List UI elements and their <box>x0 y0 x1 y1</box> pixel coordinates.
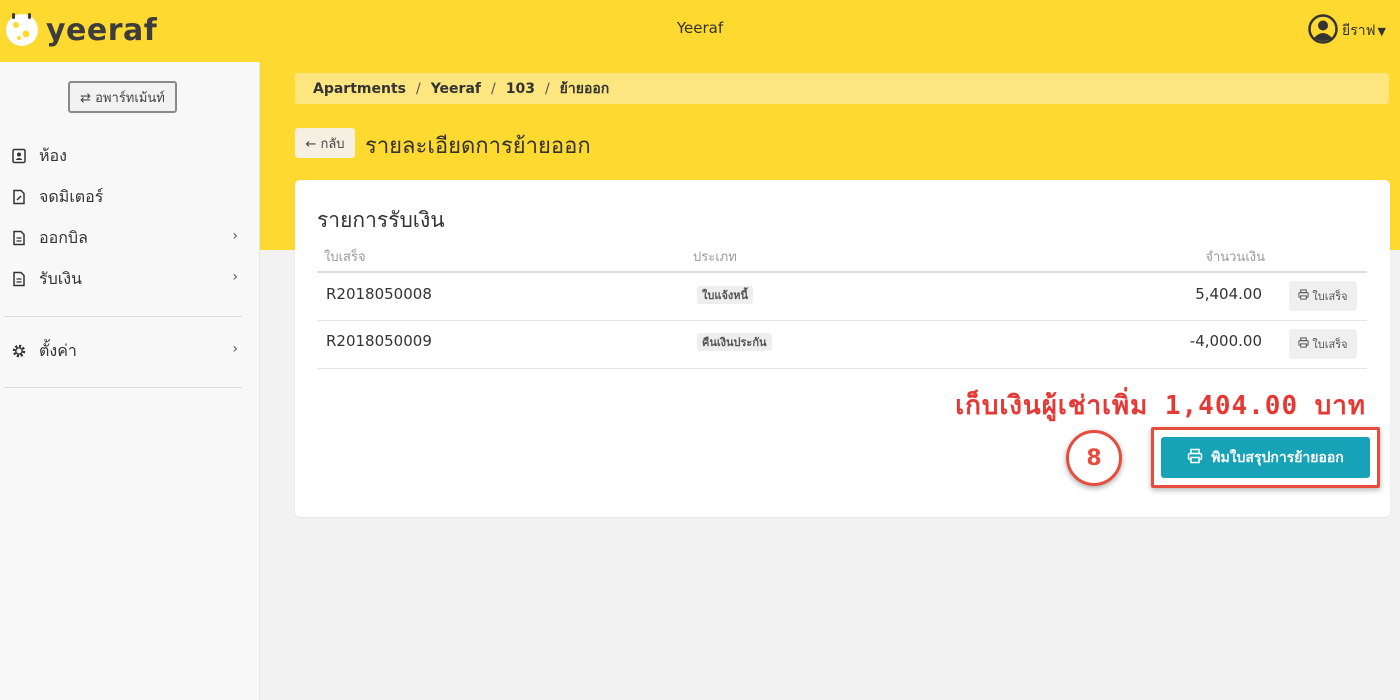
row-divider <box>317 368 1367 369</box>
type-badge: ใบแจ้งหนี้ <box>697 286 754 304</box>
step-number-badge: 8 <box>1066 430 1122 486</box>
sidebar-item-meter[interactable]: จดมิเตอร์ <box>0 182 242 212</box>
logo[interactable]: yeeraf <box>4 10 157 50</box>
sidebar-item-billing[interactable]: ออกบิล › <box>0 223 242 253</box>
type-badge: คืนเงินประกัน <box>697 333 772 351</box>
sidebar: ⇄ อพาร์ทเม้นท์ ห้อง จดมิเตอร์ ออกบิล › ร… <box>0 62 260 700</box>
sidebar-item-receive-payment[interactable]: รับเงิน › <box>0 264 242 294</box>
print-receipt-button[interactable]: ใบเสร็จ <box>1289 329 1357 359</box>
sidebar-item-label: ห้อง <box>39 145 67 165</box>
card-title: รายการรับเงิน <box>317 208 445 232</box>
breadcrumb-separator: / <box>544 80 550 97</box>
sidebar-item-rooms[interactable]: ห้อง <box>0 141 242 171</box>
printer-icon <box>1298 337 1309 351</box>
breadcrumb-separator: / <box>415 80 421 97</box>
sidebar-divider <box>4 387 242 388</box>
amount-value: -4,000.00 <box>1189 332 1262 350</box>
page-title: รายละเอียดการย้ายออก <box>365 134 591 159</box>
extra-charge-annotation: เก็บเงินผู้เช่าเพิ่ม 1,404.00 บาท <box>955 391 1366 421</box>
edit-document-icon <box>10 188 28 206</box>
apartment-switch-button[interactable]: ⇄ อพาร์ทเม้นท์ <box>68 81 177 113</box>
print-receipt-label: ใบเสร็จ <box>1312 338 1348 351</box>
user-name: ยีราฟ <box>1342 23 1376 39</box>
logo-text: yeeraf <box>46 12 158 48</box>
user-menu[interactable]: ยีราฟ ▼ <box>1308 14 1400 48</box>
sidebar-item-label: จดมิเตอร์ <box>39 186 104 206</box>
row-divider <box>317 320 1367 321</box>
print-summary-label: พิมใบสรุปการย้ายออก <box>1211 449 1344 466</box>
sidebar-item-label: ตั้งค่า <box>39 340 77 360</box>
receipt-number: R2018050008 <box>326 285 432 303</box>
breadcrumb: Apartments / Yeeraf / 103 / ย้ายออก <box>295 73 1389 104</box>
chevron-right-icon: › <box>232 269 238 285</box>
print-receipt-button[interactable]: ใบเสร็จ <box>1289 281 1357 311</box>
sidebar-item-settings[interactable]: ตั้งค่า › <box>0 336 242 366</box>
column-header-type: ประเภท <box>693 250 737 265</box>
printer-icon <box>1298 289 1309 303</box>
payments-card: รายการรับเงิน ใบเสร็จ ประเภท จำนวนเงิน R… <box>295 180 1390 517</box>
column-header-receipt: ใบเสร็จ <box>324 250 366 265</box>
receipt-number: R2018050009 <box>326 332 432 350</box>
breadcrumb-item-apartments[interactable]: Apartments <box>313 81 406 97</box>
sidebar-divider <box>4 316 242 317</box>
breadcrumb-separator: / <box>491 80 496 97</box>
print-moveout-summary-button[interactable]: พิมใบสรุปการย้ายออก <box>1161 437 1370 478</box>
app-title: Yeeraf <box>676 19 724 37</box>
giraffe-logo-icon <box>4 10 44 50</box>
chevron-right-icon: › <box>232 341 238 357</box>
caret-down-icon: ▼ <box>1377 24 1386 38</box>
back-button[interactable]: ← กลับ <box>295 128 355 158</box>
print-receipt-label: ใบเสร็จ <box>1312 290 1348 303</box>
highlight-frame: พิมใบสรุปการย้ายออก <box>1151 427 1380 488</box>
gear-icon <box>10 342 28 360</box>
user-avatar-icon <box>1308 14 1338 48</box>
breadcrumb-item-building[interactable]: Yeeraf <box>431 81 481 97</box>
document-icon <box>10 229 28 247</box>
column-header-amount: จำนวนเงิน <box>1205 250 1265 265</box>
amount-value: 5,404.00 <box>1195 285 1262 303</box>
breadcrumb-item-room[interactable]: 103 <box>506 81 535 97</box>
sidebar-item-label: รับเงิน <box>39 268 82 288</box>
chevron-right-icon: › <box>232 228 238 244</box>
table-header-divider <box>317 271 1367 273</box>
top-bar: yeeraf Yeeraf ยีราฟ ▼ <box>0 0 1400 62</box>
printer-icon <box>1187 448 1203 468</box>
document-icon <box>10 270 28 288</box>
breadcrumb-item-current: ย้ายออก <box>559 80 610 97</box>
sidebar-item-label: ออกบิล <box>39 227 88 247</box>
contact-card-icon <box>10 147 28 165</box>
